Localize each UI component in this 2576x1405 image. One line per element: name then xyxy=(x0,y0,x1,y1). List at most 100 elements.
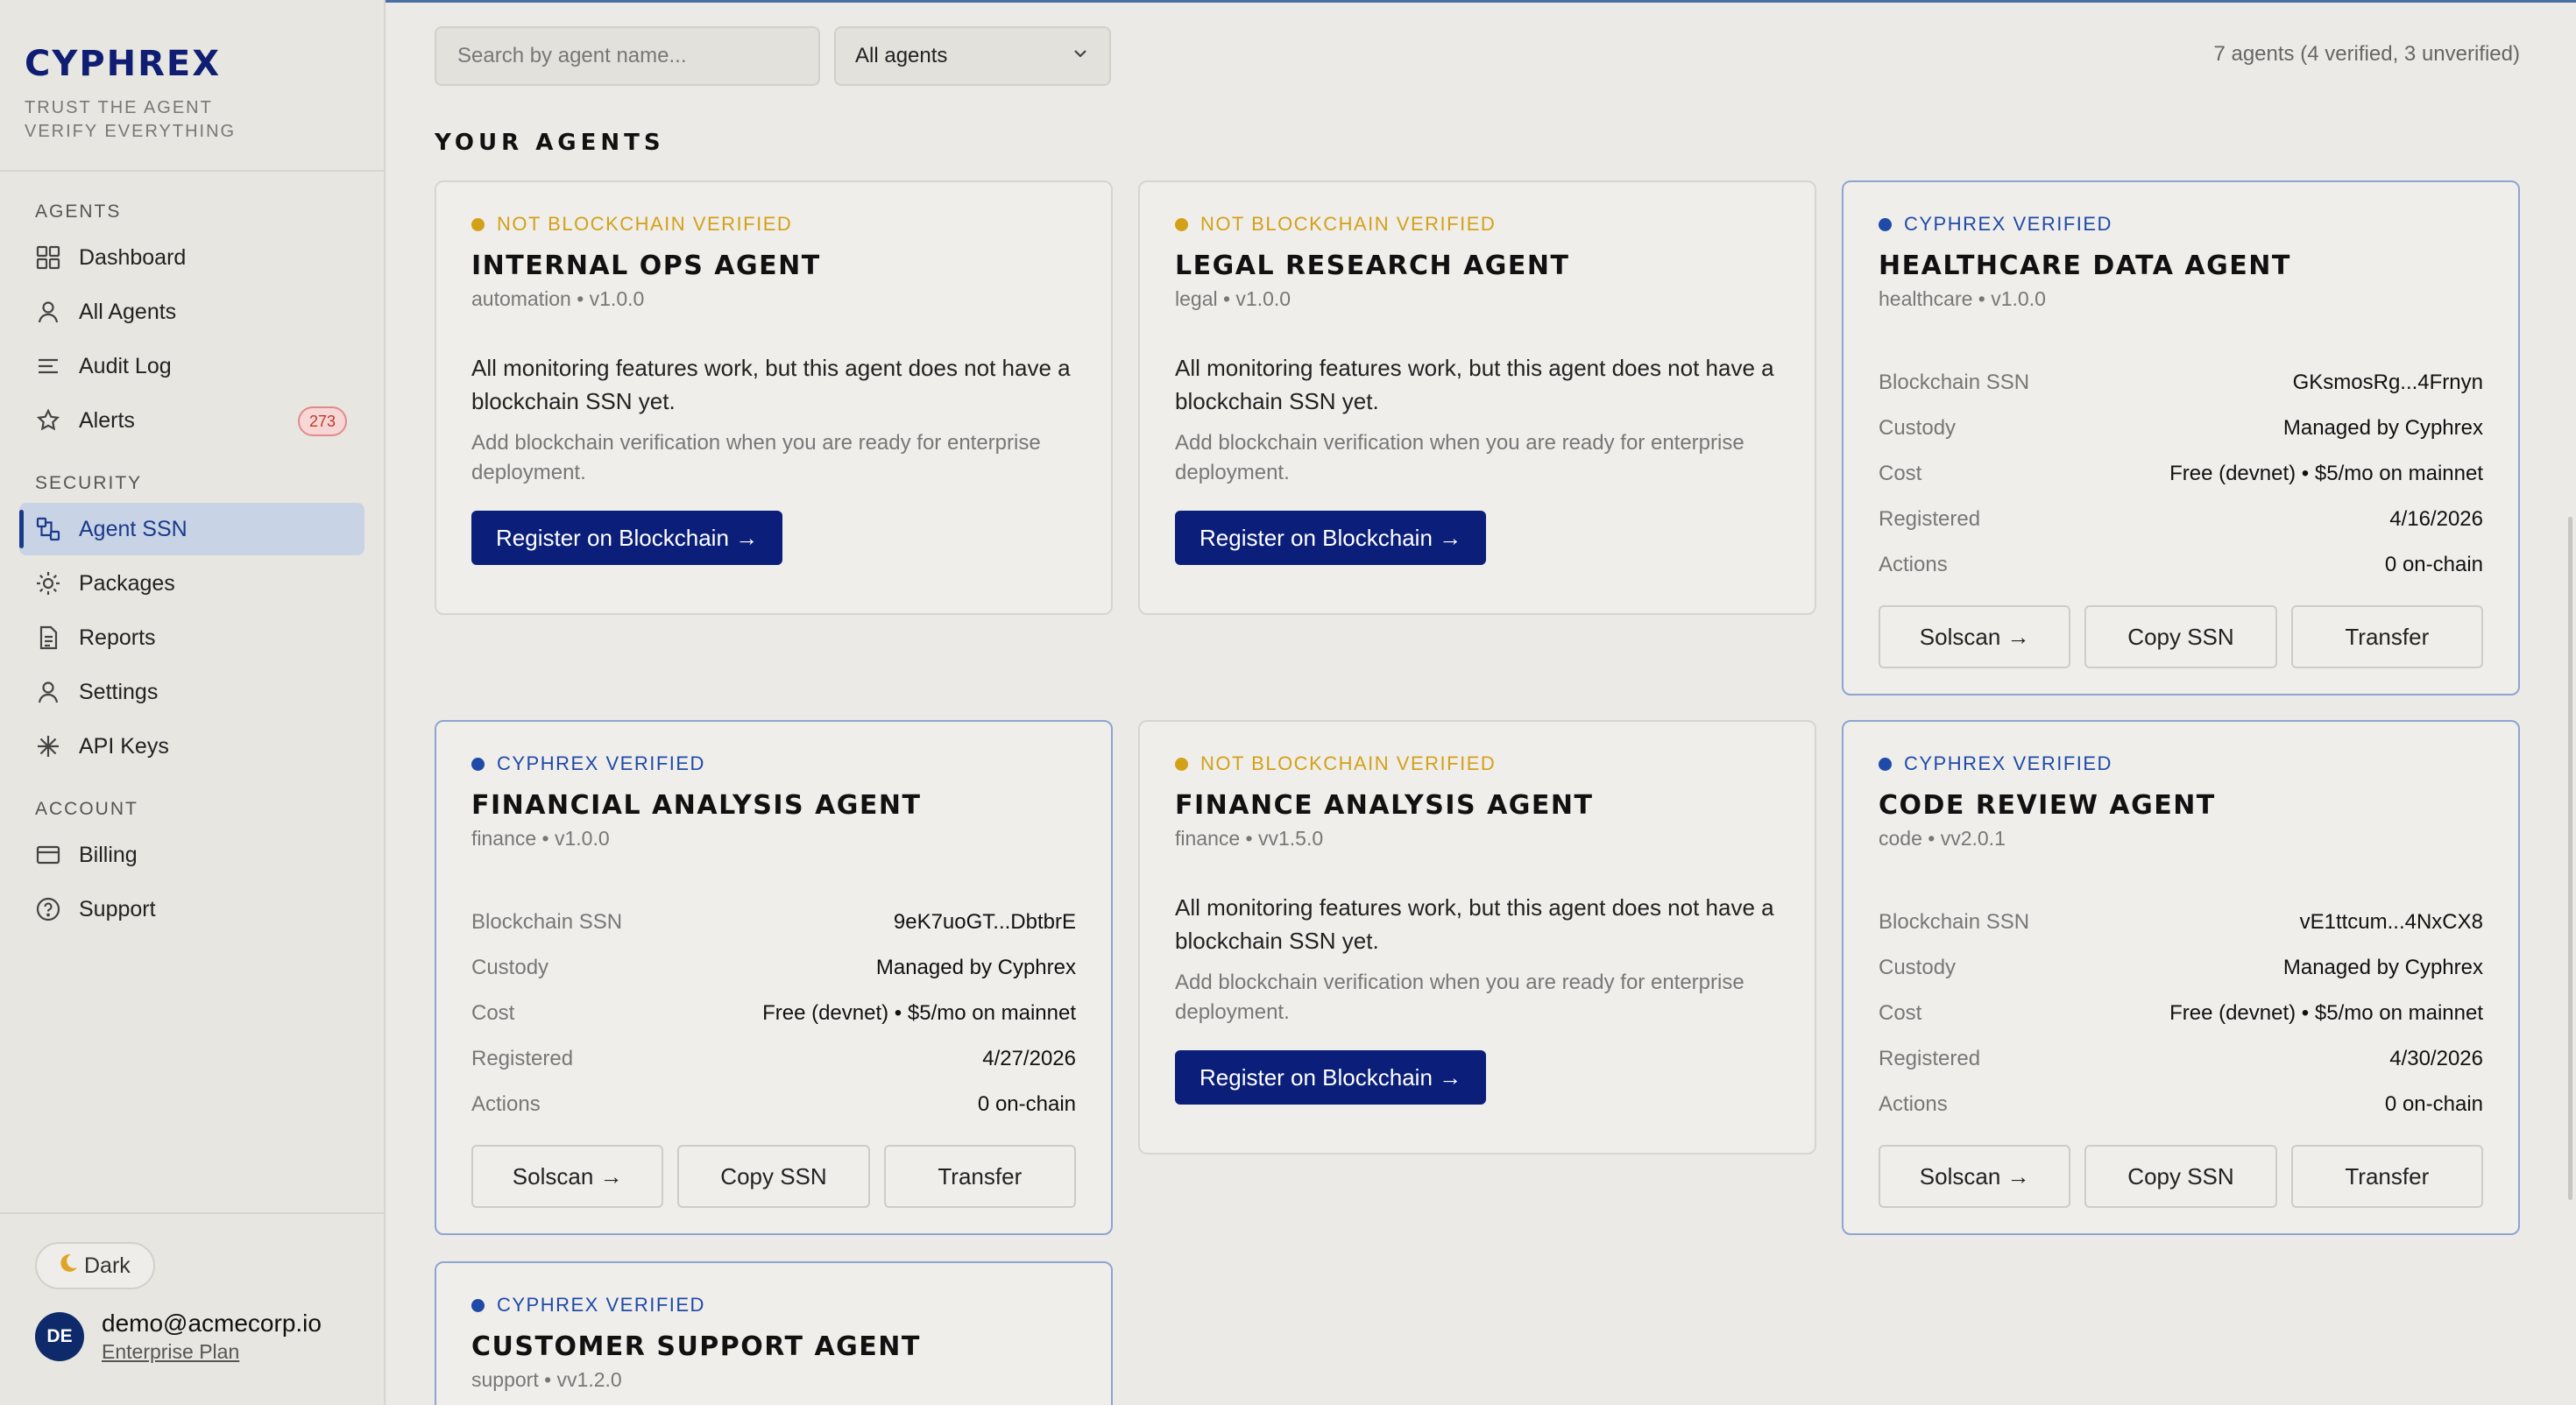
agent-card: CYPHREX VERIFIED HEALTHCARE DATA AGENT h… xyxy=(1842,180,2520,695)
sidebar-item-api-keys[interactable]: API Keys xyxy=(19,720,364,773)
detail-value: Free (devnet) • $5/mo on mainnet xyxy=(762,1001,1076,1025)
brand: CYPHREX TRUST THE AGENT VERIFY EVERYTHIN… xyxy=(0,0,384,172)
agent-name: CODE REVIEW AGENT xyxy=(1879,790,2216,821)
detail-key: Blockchain SSN xyxy=(1879,910,2030,934)
user-profile[interactable]: DE demo@acmecorp.io Enterprise Plan xyxy=(35,1309,384,1365)
sidebar-item-label: Reports xyxy=(79,625,156,650)
sidebar-item-alerts[interactable]: Alerts 273 xyxy=(19,394,364,447)
status-badge: NOT BLOCKCHAIN VERIFIED xyxy=(1175,752,1780,776)
transfer-button[interactable]: Transfer xyxy=(883,1145,1076,1208)
user-email: demo@acmecorp.io xyxy=(102,1310,322,1337)
transfer-button[interactable]: Transfer xyxy=(2290,1145,2483,1208)
transfer-button[interactable]: Transfer xyxy=(2290,605,2483,668)
section-title: YOUR AGENTS xyxy=(435,130,665,156)
agent-card: CYPHREX VERIFIED CODE REVIEW AGENT code … xyxy=(1842,720,2520,1235)
status-label: NOT BLOCKCHAIN VERIFIED xyxy=(1200,752,1497,774)
scrollbar-thumb[interactable] xyxy=(2568,517,2572,1200)
detail-key: Cost xyxy=(471,1001,515,1025)
register-on-blockchain-button[interactable]: Register on Blockchain → xyxy=(471,511,783,565)
toolbar: All agents 7 agents (4 verified, 3 unver… xyxy=(435,26,2520,86)
status-badge: CYPHREX VERIFIED xyxy=(1879,212,2483,237)
solscan-button[interactable]: Solscan → xyxy=(1879,1145,2071,1208)
agent-meta: finance • v1.0.0 xyxy=(471,827,610,850)
unverified-submessage: Add blockchain verification when you are… xyxy=(1175,431,1744,484)
agent-name: CUSTOMER SUPPORT AGENT xyxy=(471,1331,921,1362)
sidebar-item-support[interactable]: Support xyxy=(19,883,364,935)
detail-row-cost: Cost Free (devnet) • $5/mo on mainnet xyxy=(1879,991,2483,1036)
agent-details: Blockchain SSN 9eK7uoGT...DbtbrE Custody M… xyxy=(471,900,1076,1127)
status-badge: NOT BLOCKCHAIN VERIFIED xyxy=(471,212,1076,237)
sidebar-item-all-agents[interactable]: All Agents xyxy=(19,286,364,338)
detail-key: Registered xyxy=(471,1047,574,1070)
sidebar-item-dashboard[interactable]: Dashboard xyxy=(19,231,364,284)
status-dot xyxy=(1175,217,1188,231)
detail-row-registered: Registered 4/16/2026 xyxy=(1879,497,2483,542)
sidebar-item-packages[interactable]: Packages xyxy=(19,557,364,610)
user-plan-link[interactable]: Enterprise Plan xyxy=(102,1338,322,1365)
status-label: CYPHREX VERIFIED xyxy=(497,1294,705,1316)
agent-name: HEALTHCARE DATA AGENT xyxy=(1879,251,2291,281)
detail-row-cost: Cost Free (devnet) • $5/mo on mainnet xyxy=(471,991,1076,1036)
solscan-button[interactable]: Solscan → xyxy=(471,1145,664,1208)
user-icon xyxy=(35,299,61,325)
agent-name: FINANCIAL ANALYSIS AGENT xyxy=(471,790,922,821)
sidebar-item-label: All Agents xyxy=(79,299,177,324)
alerts-count-badge: 273 xyxy=(298,406,347,436)
detail-row-ssn: Blockchain SSN vE1ttcum...4NxCX8 xyxy=(1879,900,2483,945)
detail-row-ssn: Blockchain SSN GKsmosRg...4Frnyn xyxy=(1879,360,2483,406)
detail-value: 4/27/2026 xyxy=(982,1047,1076,1070)
credit-card-icon xyxy=(35,842,61,868)
detail-key: Actions xyxy=(1879,1092,1948,1116)
copy-ssn-button[interactable]: Copy SSN xyxy=(677,1145,870,1208)
register-on-blockchain-button[interactable]: Register on Blockchain → xyxy=(1175,1050,1487,1105)
theme-toggle-button[interactable]: Dark xyxy=(35,1242,155,1289)
status-label: NOT BLOCKCHAIN VERIFIED xyxy=(1200,213,1497,235)
detail-key: Registered xyxy=(1879,507,1981,531)
detail-row-custody: Custody Managed by Cyphrex xyxy=(1879,945,2483,991)
copy-ssn-button[interactable]: Copy SSN xyxy=(2084,605,2277,668)
sidebar-item-label: API Keys xyxy=(79,733,169,759)
status-dot xyxy=(1175,757,1188,771)
sidebar-item-label: Billing xyxy=(79,842,138,867)
detail-row-registered: Registered 4/27/2026 xyxy=(471,1036,1076,1082)
detail-value: 0 on-chain xyxy=(977,1092,1076,1116)
brand-tagline-line-1: TRUST THE AGENT xyxy=(25,98,213,117)
agent-card: CYPHREX VERIFIED FINANCIAL ANALYSIS AGEN… xyxy=(435,720,1113,1235)
detail-key: Custody xyxy=(471,956,549,979)
sidebar-item-label: Agent SSN xyxy=(79,516,188,541)
status-label: CYPHREX VERIFIED xyxy=(497,752,705,774)
sidebar-item-audit-log[interactable]: Audit Log xyxy=(19,340,364,392)
copy-ssn-button[interactable]: Copy SSN xyxy=(2084,1145,2277,1208)
sidebar-item-reports[interactable]: Reports xyxy=(19,611,364,664)
agent-filter-select[interactable]: All agents xyxy=(834,26,1111,86)
detail-value: GKsmosRg...4Frnyn xyxy=(2292,371,2483,394)
sidebar-item-agent-ssn[interactable]: Agent SSN xyxy=(19,503,364,555)
search-input[interactable] xyxy=(435,26,820,86)
detail-row-registered: Registered 4/30/2026 xyxy=(1879,1036,2483,1082)
solscan-button[interactable]: Solscan → xyxy=(1879,605,2071,668)
status-dot xyxy=(1879,757,1892,771)
lines-icon xyxy=(35,353,61,379)
detail-key: Actions xyxy=(471,1092,541,1116)
sidebar-item-settings[interactable]: Settings xyxy=(19,666,364,718)
detail-value: Managed by Cyphrex xyxy=(2282,956,2483,979)
sidebar-item-label: Alerts xyxy=(79,407,135,433)
unverified-message: All monitoring features work, but this a… xyxy=(1175,355,1774,414)
detail-value: Free (devnet) • $5/mo on mainnet xyxy=(2169,1001,2483,1025)
nav-heading-agents: AGENTS xyxy=(35,201,122,222)
brand-logo[interactable]: CYPHREX xyxy=(25,44,384,84)
status-label: CYPHREX VERIFIED xyxy=(1904,213,2112,235)
agent-card: NOT BLOCKCHAIN VERIFIED INTERNAL OPS AGE… xyxy=(435,180,1113,615)
asterisk-icon xyxy=(35,733,61,759)
agent-details: Blockchain SSN GKsmosRg...4Frnyn Custody M… xyxy=(1879,360,2483,588)
detail-key: Cost xyxy=(1879,462,1922,485)
sun-icon xyxy=(35,570,61,597)
register-on-blockchain-button[interactable]: Register on Blockchain → xyxy=(1175,511,1487,565)
star-icon xyxy=(35,407,61,434)
sidebar-footer: Dark DE demo@acmecorp.io Enterprise Plan xyxy=(0,1212,384,1405)
status-badge: CYPHREX VERIFIED xyxy=(471,1293,1076,1317)
status-dot xyxy=(471,1298,485,1312)
sidebar-item-label: Support xyxy=(79,896,156,921)
agent-name: LEGAL RESEARCH AGENT xyxy=(1175,251,1570,281)
sidebar-item-billing[interactable]: Billing xyxy=(19,829,364,881)
